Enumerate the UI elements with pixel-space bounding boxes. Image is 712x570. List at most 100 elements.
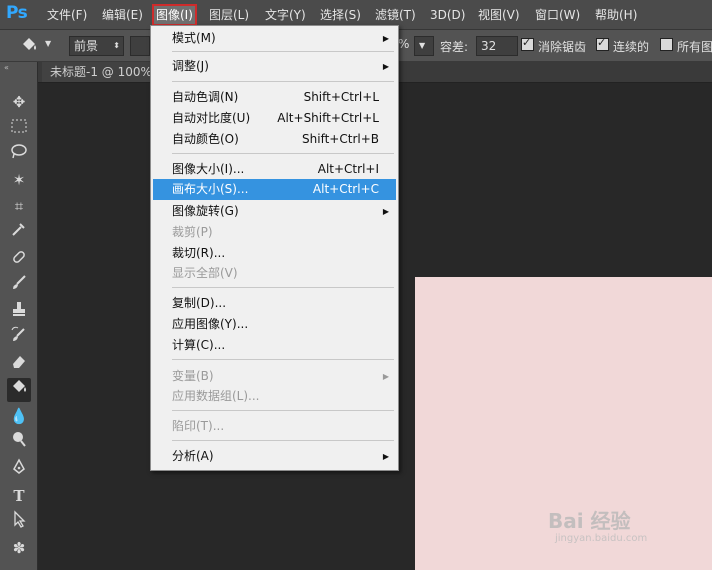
spinner-icon: ⬍ [113, 41, 120, 50]
menu-window[interactable]: 窗口(W) [533, 6, 582, 24]
history-brush-icon[interactable] [7, 326, 31, 350]
collapse-arrows-icon[interactable]: « [4, 63, 9, 72]
submenu-arrow-icon: ▶ [382, 34, 389, 43]
menu-item-label: 自动色调(N) [172, 90, 239, 104]
submenu-arrow-icon: ▶ [382, 62, 389, 71]
menu-filter[interactable]: 滤镜(T) [373, 6, 418, 24]
lasso-tool-icon[interactable] [7, 142, 31, 166]
path-selection-icon[interactable] [7, 510, 31, 534]
menu-separator [172, 410, 394, 411]
menu-3d[interactable]: 3D(D) [428, 6, 467, 24]
photoshop-logo[interactable]: Ps [6, 3, 28, 23]
fill-source-select[interactable]: 前景 ⬍ [69, 36, 124, 56]
menu-item-label: 裁切(R)... [172, 246, 226, 260]
baidu-watermark-url: jingyan.baidu.com [555, 533, 648, 544]
menu-item-image-rotation[interactable]: 图像旋转(G) ▶ [153, 201, 396, 222]
menu-item-adjustments[interactable]: 调整(J) ▶ [153, 56, 396, 77]
custom-shape-icon[interactable]: ✽ [7, 536, 31, 560]
menu-item-mode[interactable]: 模式(M) ▶ [153, 28, 396, 49]
menu-separator [172, 81, 394, 82]
mode-select[interactable] [130, 36, 150, 56]
menu-item-label: 分析(A) [172, 449, 214, 463]
type-tool-icon[interactable]: T [7, 484, 31, 508]
menu-separator [172, 287, 394, 288]
menu-item-label: 变量(B) [172, 369, 214, 383]
baidu-watermark: Bai 经验 [548, 509, 631, 533]
anti-alias-label: 消除锯齿 [538, 40, 587, 54]
fill-source-value: 前景 [74, 39, 99, 53]
menu-item-shortcut: Alt+Ctrl+I [317, 162, 379, 176]
menu-item-label: 陷印(T)... [172, 419, 225, 433]
eraser-tool-icon[interactable] [7, 352, 31, 376]
menu-separator [172, 51, 394, 52]
document-tab[interactable]: 未标题-1 @ 100% [42, 62, 160, 82]
opacity-dropdown-button[interactable]: ▼ [414, 36, 434, 56]
image-menu-dropdown: 模式(M) ▶ 调整(J) ▶ 自动色调(N) Shift+Ctrl+L 自动对… [150, 25, 399, 471]
menu-item-duplicate[interactable]: 复制(D)... [153, 293, 396, 314]
menu-file[interactable]: 文件(F) [45, 6, 89, 24]
healing-brush-icon[interactable] [7, 248, 31, 272]
tools-panel: « ✥ ✶ ⌗ 💧 T ✽ [0, 62, 38, 570]
paint-bucket-tool-icon[interactable] [7, 378, 31, 402]
menu-select[interactable]: 选择(S) [318, 6, 363, 24]
menu-item-label: 图像旋转(G) [172, 204, 239, 218]
menu-item-label: 图像大小(I)... [172, 162, 245, 176]
move-tool-icon[interactable]: ✥ [7, 90, 31, 114]
menu-item-canvas-size[interactable]: 画布大小(S)... Alt+Ctrl+C [153, 179, 396, 200]
menu-item-label: 复制(D)... [172, 296, 227, 310]
contiguous-label: 连续的 [613, 40, 650, 54]
menu-item-auto-contrast[interactable]: 自动对比度(U) Alt+Shift+Ctrl+L [153, 108, 396, 129]
menu-separator [172, 153, 394, 154]
tool-preset-chevron-icon[interactable]: ▼ [45, 39, 51, 48]
menu-item-crop: 裁剪(P) [153, 222, 396, 243]
menu-type[interactable]: 文字(Y) [263, 6, 308, 24]
pen-tool-icon[interactable] [7, 458, 31, 482]
menu-item-label: 自动颜色(O) [172, 132, 239, 146]
menu-item-calculations[interactable]: 计算(C)... [153, 335, 396, 356]
menu-item-shortcut: Shift+Ctrl+B [302, 132, 379, 146]
crop-tool-icon[interactable]: ⌗ [7, 194, 31, 218]
menu-item-analysis[interactable]: 分析(A) ▶ [153, 446, 396, 467]
menu-edit[interactable]: 编辑(E) [100, 6, 145, 24]
menu-item-shortcut: Alt+Shift+Ctrl+L [277, 111, 379, 125]
menu-item-apply-data-set: 应用数据组(L)... [153, 386, 396, 407]
dodge-tool-icon[interactable] [7, 430, 31, 454]
menu-item-trap: 陷印(T)... [153, 416, 396, 437]
marquee-tool-icon[interactable] [7, 116, 31, 140]
menu-help[interactable]: 帮助(H) [593, 6, 639, 24]
blur-tool-icon[interactable]: 💧 [7, 404, 31, 428]
menu-view[interactable]: 视图(V) [476, 6, 522, 24]
menu-item-shortcut: Shift+Ctrl+L [303, 90, 379, 104]
menu-layer[interactable]: 图层(L) [207, 6, 251, 24]
menu-item-apply-image[interactable]: 应用图像(Y)... [153, 314, 396, 335]
submenu-arrow-icon: ▶ [382, 452, 389, 461]
menu-item-label: 应用图像(Y)... [172, 317, 249, 331]
brush-tool-icon[interactable] [7, 274, 31, 298]
eyedropper-icon[interactable] [7, 220, 31, 244]
anti-alias-checkbox[interactable] [521, 36, 534, 51]
menu-item-label: 计算(C)... [172, 338, 226, 352]
menu-item-image-size[interactable]: 图像大小(I)... Alt+Ctrl+I [153, 159, 396, 180]
menu-separator [172, 359, 394, 360]
paint-bucket-icon[interactable] [18, 35, 40, 55]
submenu-arrow-icon: ▶ [382, 207, 389, 216]
menu-item-label: 调整(J) [172, 59, 209, 73]
clone-stamp-icon[interactable] [7, 300, 31, 324]
menu-item-auto-color[interactable]: 自动颜色(O) Shift+Ctrl+B [153, 129, 396, 150]
menu-item-shortcut: Alt+Ctrl+C [312, 182, 379, 196]
menu-item-label: 画布大小(S)... [172, 182, 249, 196]
submenu-arrow-icon: ▶ [382, 372, 389, 381]
menu-item-label: 裁剪(P) [172, 225, 213, 239]
menu-image[interactable]: 图像(I) [152, 4, 197, 26]
menu-item-auto-tone[interactable]: 自动色调(N) Shift+Ctrl+L [153, 87, 396, 108]
menu-item-label: 模式(M) [172, 31, 216, 45]
contiguous-checkbox[interactable] [596, 36, 609, 51]
menu-item-label: 自动对比度(U) [172, 111, 251, 125]
all-layers-checkbox[interactable] [660, 38, 673, 51]
tolerance-input[interactable]: 32 [476, 36, 518, 56]
menu-item-trim[interactable]: 裁切(R)... [153, 243, 396, 264]
tolerance-label: 容差: [440, 40, 469, 54]
menu-item-label: 显示全部(V) [172, 266, 238, 280]
menu-item-label: 应用数据组(L)... [172, 389, 260, 403]
magic-wand-icon[interactable]: ✶ [7, 168, 31, 192]
